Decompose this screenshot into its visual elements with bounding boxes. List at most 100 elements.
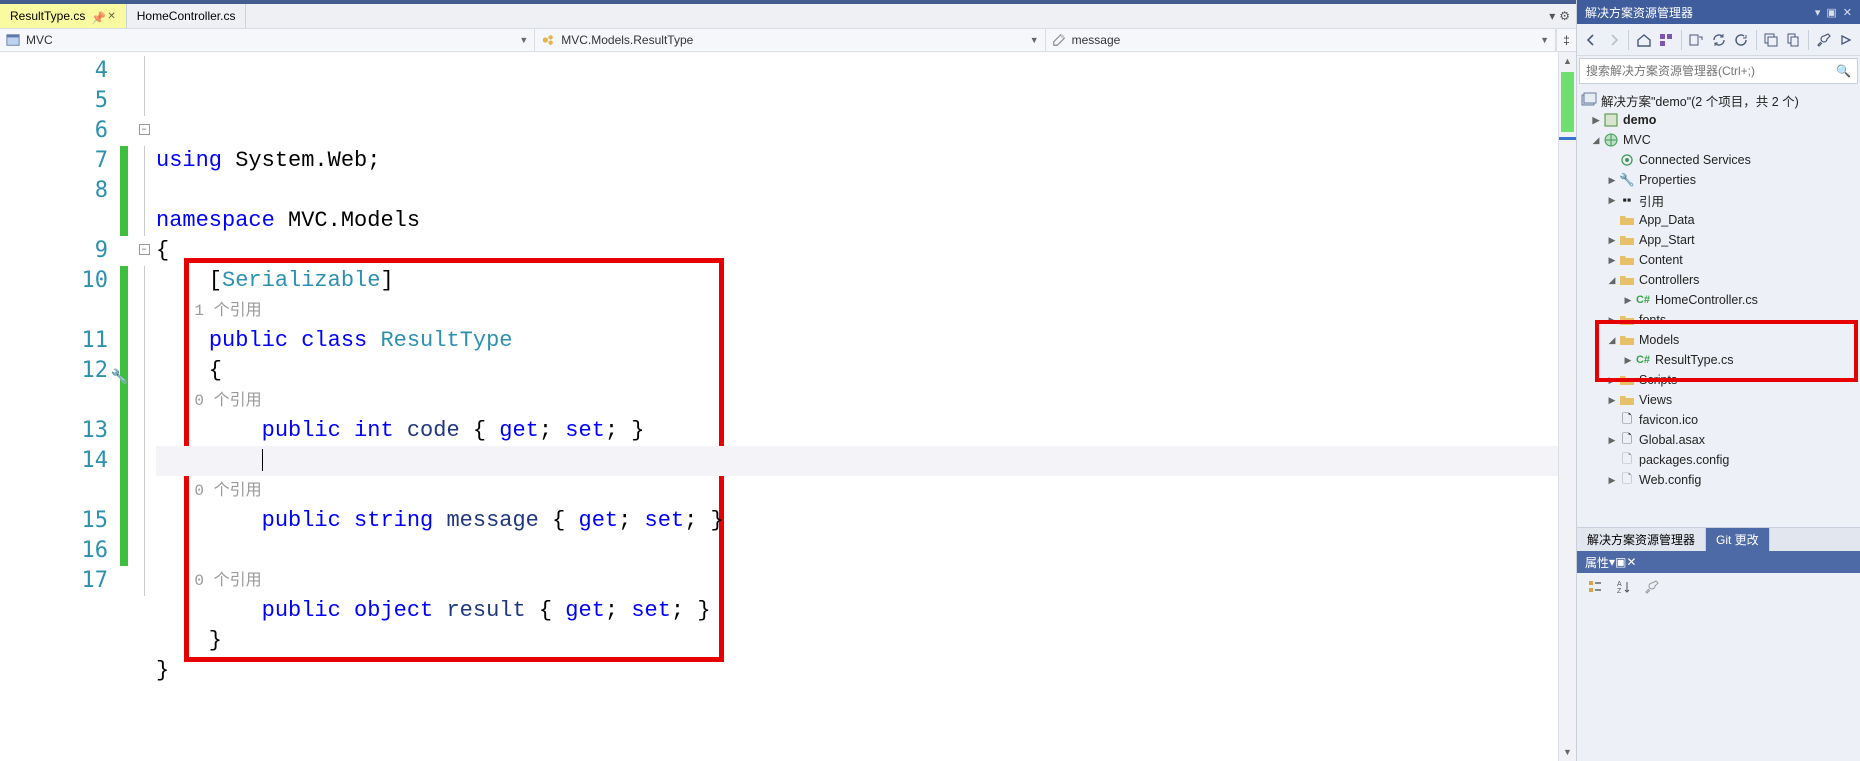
tree-file-homecontroller[interactable]: ▶C#HomeController.cs [1577, 290, 1860, 310]
folder-icon [1619, 232, 1635, 248]
solution-tree[interactable]: 解决方案"demo"(2 个项目，共 2 个) ▶ demo ◢MVC Conne… [1577, 86, 1860, 527]
tree-folder-controllers[interactable]: ◢Controllers [1577, 270, 1860, 290]
tree-file-packages[interactable]: 🗋packages.config [1577, 450, 1860, 470]
folder-icon [1619, 392, 1635, 408]
outlining-margin[interactable]: −− [132, 52, 156, 761]
tree-label: HomeController.cs [1655, 293, 1758, 307]
expander-icon[interactable]: ◢ [1589, 135, 1603, 146]
pending-changes-filter-button[interactable] [1685, 28, 1706, 52]
show-all-files-button[interactable] [1783, 28, 1804, 52]
tab-gear-icon[interactable]: ⚙ [1559, 9, 1570, 23]
tab-label: HomeController.cs [137, 9, 236, 23]
solution-explorer-pane: 解决方案资源管理器 ▾ ▣ ✕ 🔍 [1576, 0, 1860, 761]
document-tab-strip: ResultType.cs 📌 ✕ HomeController.cs ▾ ⚙ [0, 4, 1576, 28]
nav-member-dropdown[interactable]: message ▼ [1046, 29, 1556, 51]
tab-git-changes[interactable]: Git 更改 [1706, 528, 1770, 551]
panel-pin-icon[interactable]: ▣ [1615, 555, 1626, 569]
properties-button[interactable] [1813, 28, 1834, 52]
expander-icon[interactable]: ◢ [1605, 335, 1619, 346]
tree-folder-appstart[interactable]: ▶App_Start [1577, 230, 1860, 250]
panel-pin-icon[interactable]: ▣ [1826, 6, 1836, 19]
tree-folder-fonts[interactable]: ▶fonts [1577, 310, 1860, 330]
preview-button[interactable] [1835, 28, 1856, 52]
tree-connected-services[interactable]: Connected Services [1577, 150, 1860, 170]
tree-folder-views[interactable]: ▶ Views [1577, 390, 1860, 410]
panel-title-text: 解决方案资源管理器 [1585, 4, 1693, 21]
tab-overflow-icon[interactable]: ▾ [1549, 9, 1555, 23]
tree-label: 解决方案"demo"(2 个项目，共 2 个) [1601, 91, 1799, 110]
file-icon: 🗋 [1619, 412, 1635, 428]
expander-icon[interactable]: ▶ [1605, 235, 1619, 246]
search-icon[interactable]: 🔍 [1830, 64, 1857, 78]
tab-solution-explorer[interactable]: 解决方案资源管理器 [1577, 528, 1706, 551]
home-button[interactable] [1633, 28, 1654, 52]
nav-member-text: message [1072, 33, 1121, 47]
expander-icon[interactable]: ▶ [1605, 175, 1619, 186]
expander-icon[interactable]: ▶ [1605, 315, 1619, 326]
tree-label: Views [1639, 393, 1672, 407]
tree-label: 引用 [1639, 191, 1664, 210]
collapse-all-button[interactable] [1760, 28, 1781, 52]
tree-properties[interactable]: ▶🔧 Properties [1577, 170, 1860, 190]
chevron-down-icon: ▼ [519, 35, 528, 45]
expander-icon[interactable]: ▶ [1605, 395, 1619, 406]
tree-folder-appdata[interactable]: App_Data [1577, 210, 1860, 230]
panel-close-icon[interactable]: ✕ [1626, 555, 1636, 569]
properties-grid[interactable] [1577, 601, 1860, 761]
nav-split-button[interactable]: ‡ [1556, 29, 1576, 51]
tree-label: favicon.ico [1639, 413, 1698, 427]
sync-button[interactable] [1708, 28, 1729, 52]
expander-icon[interactable]: ▶ [1605, 195, 1619, 206]
panel-menu-icon[interactable]: ▾ [1815, 6, 1821, 19]
tree-label: demo [1623, 113, 1656, 127]
properties-title-bar[interactable]: 属性 ▾ ▣ ✕ [1577, 551, 1860, 573]
code-editor[interactable]: 45678 910 1112 1314 151617 −− using Syst… [0, 52, 1576, 761]
tab-resulttype[interactable]: ResultType.cs 📌 ✕ [0, 4, 127, 28]
nav-project-dropdown[interactable]: MVC ▼ [0, 29, 535, 51]
class-icon [541, 33, 555, 47]
tab-homecontroller[interactable]: HomeController.cs [127, 4, 247, 28]
references-icon: ▪▪ [1619, 192, 1635, 208]
csproj-icon [1603, 112, 1619, 128]
tree-solution-node[interactable]: 解决方案"demo"(2 个项目，共 2 个) [1577, 90, 1860, 110]
forward-button[interactable] [1604, 28, 1625, 52]
categorized-button[interactable] [1583, 575, 1607, 599]
tree-folder-models[interactable]: ◢Models [1577, 330, 1860, 350]
back-button[interactable] [1581, 28, 1602, 52]
code-text-area[interactable]: using System.Web;namespace MVC.Models{ [… [156, 52, 1558, 761]
pin-icon[interactable]: 📌 [91, 11, 101, 21]
vertical-scrollbar[interactable]: ▲ ▼ [1558, 52, 1576, 761]
expander-icon[interactable]: ▶ [1589, 115, 1603, 126]
solution-explorer-title-bar[interactable]: 解决方案资源管理器 ▾ ▣ ✕ [1577, 0, 1860, 24]
tree-project-demo[interactable]: ▶ demo [1577, 110, 1860, 130]
tree-file-webconfig[interactable]: ▶🗋Web.config [1577, 470, 1860, 490]
property-pages-button[interactable] [1639, 575, 1663, 599]
close-icon[interactable]: ✕ [107, 11, 115, 22]
expander-icon[interactable]: ◢ [1605, 275, 1619, 286]
refresh-button[interactable] [1731, 28, 1752, 52]
tree-file-globalasax[interactable]: ▶🗋Global.asax [1577, 430, 1860, 450]
nav-class-dropdown[interactable]: MVC.Models.ResultType ▼ [535, 29, 1045, 51]
solution-explorer-search[interactable]: 🔍 [1579, 58, 1858, 84]
expander-icon[interactable]: ▶ [1621, 295, 1635, 306]
tree-folder-content[interactable]: ▶ Content [1577, 250, 1860, 270]
tree-label: Content [1639, 253, 1683, 267]
panel-close-icon[interactable]: ✕ [1843, 6, 1852, 19]
scroll-down-icon[interactable]: ▼ [1559, 743, 1576, 761]
tree-file-resulttype[interactable]: ▶C#ResultType.cs [1577, 350, 1860, 370]
search-input[interactable] [1580, 64, 1830, 78]
tree-label: Properties [1639, 173, 1696, 187]
expander-icon[interactable]: ▶ [1605, 475, 1619, 486]
tree-file-favicon[interactable]: 🗋 favicon.ico [1577, 410, 1860, 430]
wrench-icon: 🔧 [1619, 172, 1635, 188]
scroll-up-icon[interactable]: ▲ [1559, 52, 1576, 70]
switch-views-button[interactable] [1656, 28, 1677, 52]
expander-icon[interactable]: ▶ [1605, 435, 1619, 446]
alphabetical-button[interactable]: AZ [1611, 575, 1635, 599]
tree-references[interactable]: ▶▪▪引用 [1577, 190, 1860, 210]
expander-icon[interactable]: ▶ [1605, 375, 1619, 386]
tree-folder-scripts[interactable]: ▶Scripts [1577, 370, 1860, 390]
tree-project-mvc[interactable]: ◢MVC [1577, 130, 1860, 150]
expander-icon[interactable]: ▶ [1621, 355, 1635, 366]
expander-icon[interactable]: ▶ [1605, 255, 1619, 266]
